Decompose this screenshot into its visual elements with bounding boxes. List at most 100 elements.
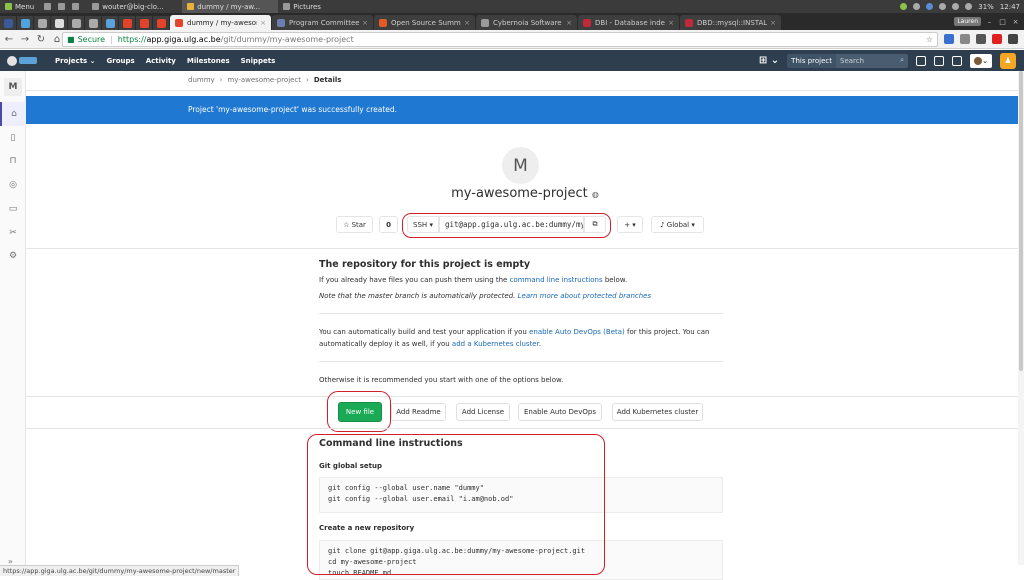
sidebar-project-avatar[interactable]: M	[4, 78, 22, 96]
pinned-tab-8[interactable]	[153, 16, 169, 30]
bluetooth-icon[interactable]	[926, 3, 934, 10]
maximize-icon[interactable]: □	[998, 17, 1007, 26]
extension-icon[interactable]	[960, 34, 970, 44]
close-window-icon[interactable]: ×	[1011, 17, 1020, 26]
add-license-button[interactable]: Add License	[456, 403, 510, 421]
taskbar-item-browser[interactable]: dummy / my-aw...	[182, 0, 279, 13]
back-icon[interactable]: ←	[2, 34, 16, 45]
pinned-tab-2[interactable]	[51, 16, 67, 30]
volume-icon[interactable]	[939, 3, 947, 10]
sidebar-item-settings[interactable]: ⚙	[0, 244, 26, 268]
tab-open-source-summit[interactable]: Open Source Summit E×	[374, 15, 475, 30]
settings-icon[interactable]	[913, 3, 921, 10]
breadcrumb-project[interactable]: my-awesome-project	[227, 76, 301, 84]
page-scrollbar[interactable]	[1018, 71, 1024, 565]
extension-icon[interactable]	[1008, 34, 1018, 44]
close-tab-icon[interactable]: ×	[770, 19, 776, 27]
search-scope[interactable]: This project	[787, 53, 836, 68]
add-kubernetes-button[interactable]: Add Kubernetes cluster	[612, 403, 703, 421]
extension-icon[interactable]	[976, 34, 986, 44]
pinned-tab-5[interactable]	[102, 16, 118, 30]
divider	[26, 428, 1024, 429]
star-count[interactable]: 0	[379, 216, 398, 233]
divider	[26, 90, 1024, 91]
chevron-down-icon: ⌄	[89, 56, 96, 65]
tab-cybernoia[interactable]: Cybernoia Software - ×	[476, 15, 577, 30]
breadcrumb-group[interactable]: dummy	[188, 76, 215, 84]
nav-groups[interactable]: Groups	[107, 57, 135, 65]
youtube-icon[interactable]	[992, 34, 1002, 44]
close-tab-icon[interactable]: ×	[566, 19, 572, 27]
gitlab-icon	[156, 18, 166, 28]
reload-icon[interactable]: ↻	[34, 34, 48, 45]
network-icon[interactable]	[952, 3, 960, 10]
extension-icon[interactable]	[944, 34, 954, 44]
pinned-tab-facebook[interactable]	[0, 16, 16, 30]
nav-snippets[interactable]: Snippets	[241, 57, 276, 65]
user-menu-button[interactable]: ⌄	[970, 53, 992, 68]
tab-dbi[interactable]: DBI - Database indepe×	[578, 15, 679, 30]
terminal-launcher-icon[interactable]	[44, 3, 52, 10]
cli-global-setup-heading: Git global setup	[319, 462, 382, 470]
taskbar-item-pictures[interactable]: Pictures	[278, 0, 326, 13]
todos-icon[interactable]	[952, 55, 962, 66]
gitlab-logo[interactable]	[7, 54, 43, 68]
browser-launcher-icon[interactable]	[72, 3, 80, 10]
taskbar-launchers	[39, 0, 87, 13]
browser-user-chip[interactable]: Lauren	[954, 17, 981, 26]
clone-url-input[interactable]: git@app.giga.ulg.ac.be:dummy/my-awesome-…	[439, 216, 584, 233]
battery-icon[interactable]	[965, 3, 973, 10]
protected-branches-link[interactable]: Learn more about protected branches	[518, 292, 651, 300]
new-file-button[interactable]: New file	[338, 402, 382, 422]
close-tab-icon[interactable]: ×	[260, 19, 266, 27]
pinned-tab-6[interactable]	[119, 16, 135, 30]
scrollbar-thumb[interactable]	[1019, 71, 1023, 371]
copy-url-button[interactable]: ⧉	[584, 216, 606, 233]
merge-requests-icon[interactable]	[934, 55, 944, 66]
add-readme-button[interactable]: Add Readme	[391, 403, 446, 421]
book-icon: ▭	[8, 204, 18, 214]
sidebar-item-repository[interactable]: ▯	[0, 126, 26, 150]
address-bar[interactable]: ■ Secure | https://app.giga.ulg.ac.be/gi…	[62, 32, 938, 47]
sidebar-item-merge-requests[interactable]: ⊓	[0, 149, 26, 173]
files-launcher-icon[interactable]	[58, 3, 66, 10]
pinned-tab-zimbra[interactable]	[17, 16, 33, 30]
menu-button[interactable]: Menu	[0, 0, 39, 13]
search-input[interactable]: Search ⌕	[836, 53, 908, 68]
site-icon	[481, 18, 489, 27]
shield-icon[interactable]	[900, 3, 908, 10]
add-menu-button[interactable]: + ▾	[617, 216, 643, 233]
nav-projects[interactable]: Projects ⌄	[55, 57, 96, 65]
issues-icon[interactable]	[916, 55, 926, 66]
browser-status-bar: https://app.giga.ulg.ac.be/git/dummy/my-…	[0, 565, 240, 576]
minimize-icon[interactable]: –	[985, 17, 994, 26]
bookmark-star-icon[interactable]: ☆	[926, 35, 933, 44]
auto-devops-link[interactable]: enable Auto DevOps (Beta)	[529, 328, 625, 336]
sidebar-item-overview[interactable]: ⌂	[0, 102, 26, 126]
merge-request-icon: ⊓	[9, 156, 17, 166]
close-tab-icon[interactable]: ×	[668, 19, 674, 27]
enable-auto-devops-button[interactable]: Enable Auto DevOps	[518, 403, 602, 421]
tab-program-committee[interactable]: Program Committee - ×	[272, 15, 373, 30]
pinned-tab-3[interactable]	[68, 16, 84, 30]
new-item-plus-icon[interactable]: ⊞ ⌄	[759, 55, 779, 66]
close-tab-icon[interactable]: ×	[362, 19, 368, 27]
nav-activity[interactable]: Activity	[146, 57, 176, 65]
help-icon[interactable]: ♟	[1000, 52, 1016, 69]
divider	[26, 248, 1024, 249]
clone-protocol-dropdown[interactable]: SSH ▾	[407, 216, 439, 233]
tab-dbd-mysql[interactable]: DBD::mysql::INSTALL -×	[680, 15, 781, 30]
close-tab-icon[interactable]: ×	[464, 19, 470, 27]
forward-icon[interactable]: →	[18, 34, 32, 45]
nav-milestones[interactable]: Milestones	[187, 57, 230, 65]
taskbar-item-terminal[interactable]: wouter@big-clo...	[87, 0, 182, 13]
tab-gitlab[interactable]: dummy / my-awesome-×	[170, 15, 271, 30]
logo-mark-icon	[7, 55, 17, 66]
notification-dropdown[interactable]: ♪ Global ▾	[651, 216, 704, 233]
command-line-link[interactable]: command line instructions	[510, 276, 603, 284]
pinned-tab-7[interactable]	[136, 16, 152, 30]
star-button[interactable]: ☆ Star	[336, 216, 373, 233]
pinned-tab-4[interactable]	[85, 16, 101, 30]
pinned-tab-1[interactable]	[34, 16, 50, 30]
kubernetes-link[interactable]: add a Kubernetes cluster	[452, 340, 539, 348]
